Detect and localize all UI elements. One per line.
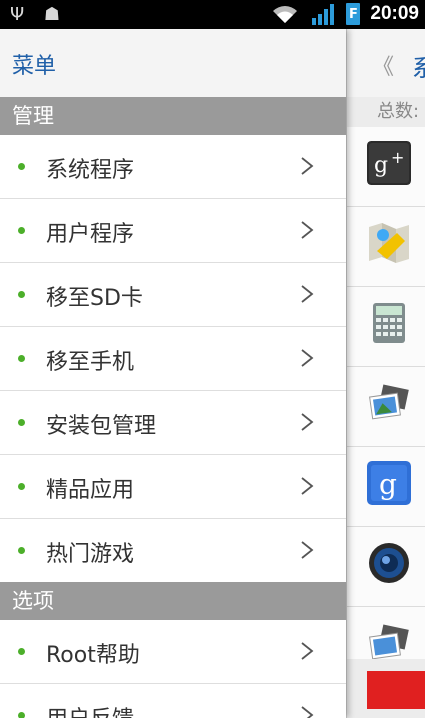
app-row[interactable] (347, 367, 425, 447)
menu-item-label: 用户反馈 (46, 701, 134, 718)
menu-item-label: 移至手机 (46, 350, 135, 375)
bullet-icon (18, 163, 25, 170)
menu-item-label: 精品应用 (46, 478, 135, 503)
battery-icon: F (346, 3, 361, 25)
menu-item-label: 安装包管理 (46, 414, 157, 439)
menu-item-featured-apps[interactable]: 精品应用 (0, 455, 346, 519)
menu-item-user-apps[interactable]: 用户程序 (0, 199, 346, 263)
action-button[interactable] (367, 671, 425, 709)
menu-item-label: 用户程序 (46, 222, 135, 247)
gallery-icon (369, 624, 409, 659)
bullet-icon (18, 648, 25, 655)
clock: 20:09 (370, 3, 419, 24)
section-header-options: 选项 (0, 582, 346, 620)
bullet-icon (18, 355, 25, 362)
google-plus-icon: g + (367, 141, 411, 185)
signal-icon (312, 4, 335, 25)
menu-item-label: 系统程序 (46, 158, 135, 183)
menu-item-root-help[interactable]: Root帮助 (0, 620, 346, 684)
bullet-icon (18, 712, 25, 718)
gallery-icon (369, 384, 409, 420)
chevron-right-icon (301, 541, 314, 559)
android-debug-icon: ☗ (43, 4, 61, 25)
drawer-title: 菜单 (12, 54, 57, 79)
menu-item-system-apps[interactable]: 系统程序 (0, 135, 346, 199)
chevron-right-icon (301, 642, 314, 660)
chevron-right-icon (301, 349, 314, 367)
section-header-manage: 管理 (0, 97, 346, 135)
google-search-icon: g (367, 461, 411, 505)
bullet-icon (18, 483, 25, 490)
chevron-right-icon (301, 413, 314, 431)
menu-item-move-to-sd[interactable]: 移至SD卡 (0, 263, 346, 327)
svg-text:g: g (374, 153, 388, 178)
app-row[interactable] (347, 207, 425, 287)
svg-text:+: + (391, 148, 404, 167)
bullet-icon (18, 419, 25, 426)
chevron-right-icon (301, 157, 314, 175)
chevron-right-icon (301, 477, 314, 495)
menu-item-feedback[interactable]: 用户反馈 (0, 684, 346, 718)
calculator-icon (373, 303, 405, 343)
background-app-list: 《 系 总数: g + g (346, 29, 425, 718)
bullet-icon (18, 227, 25, 234)
background-title: 系 (412, 54, 425, 82)
app-row[interactable] (347, 607, 425, 659)
status-bar: Ψ ☗ F 20:09 (0, 0, 425, 29)
chevron-right-icon (301, 285, 314, 303)
menu-item-label: 移至SD卡 (46, 286, 143, 311)
chevron-right-icon (301, 221, 314, 239)
app-row[interactable]: g + (347, 127, 425, 207)
menu-item-label: 热门游戏 (46, 542, 135, 567)
bottom-bar (347, 659, 425, 718)
back-button[interactable]: 《 (372, 49, 394, 81)
notification-icons: Ψ ☗ (10, 4, 74, 25)
maps-icon (369, 223, 409, 263)
bullet-icon (18, 547, 25, 554)
total-count-label: 总数: (347, 97, 425, 127)
music-icon (369, 543, 409, 583)
svg-text:g: g (379, 468, 397, 501)
side-menu-drawer: 菜单 管理 系统程序 用户程序 移至SD卡 移至手机 安装包管理 精品应用 热门… (0, 29, 346, 718)
background-header: 《 系 (347, 29, 425, 98)
app-row[interactable] (347, 287, 425, 367)
app-row[interactable] (347, 527, 425, 607)
usb-icon: Ψ (10, 4, 25, 25)
wifi-icon (273, 6, 298, 23)
app-row[interactable]: g (347, 447, 425, 527)
menu-item-package-manager[interactable]: 安装包管理 (0, 391, 346, 455)
menu-item-hot-games[interactable]: 热门游戏 (0, 519, 346, 583)
drawer-header: 菜单 (0, 29, 346, 98)
bullet-icon (18, 291, 25, 298)
chevron-right-icon (301, 706, 314, 718)
menu-item-label: Root帮助 (46, 643, 140, 668)
menu-item-move-to-phone[interactable]: 移至手机 (0, 327, 346, 391)
